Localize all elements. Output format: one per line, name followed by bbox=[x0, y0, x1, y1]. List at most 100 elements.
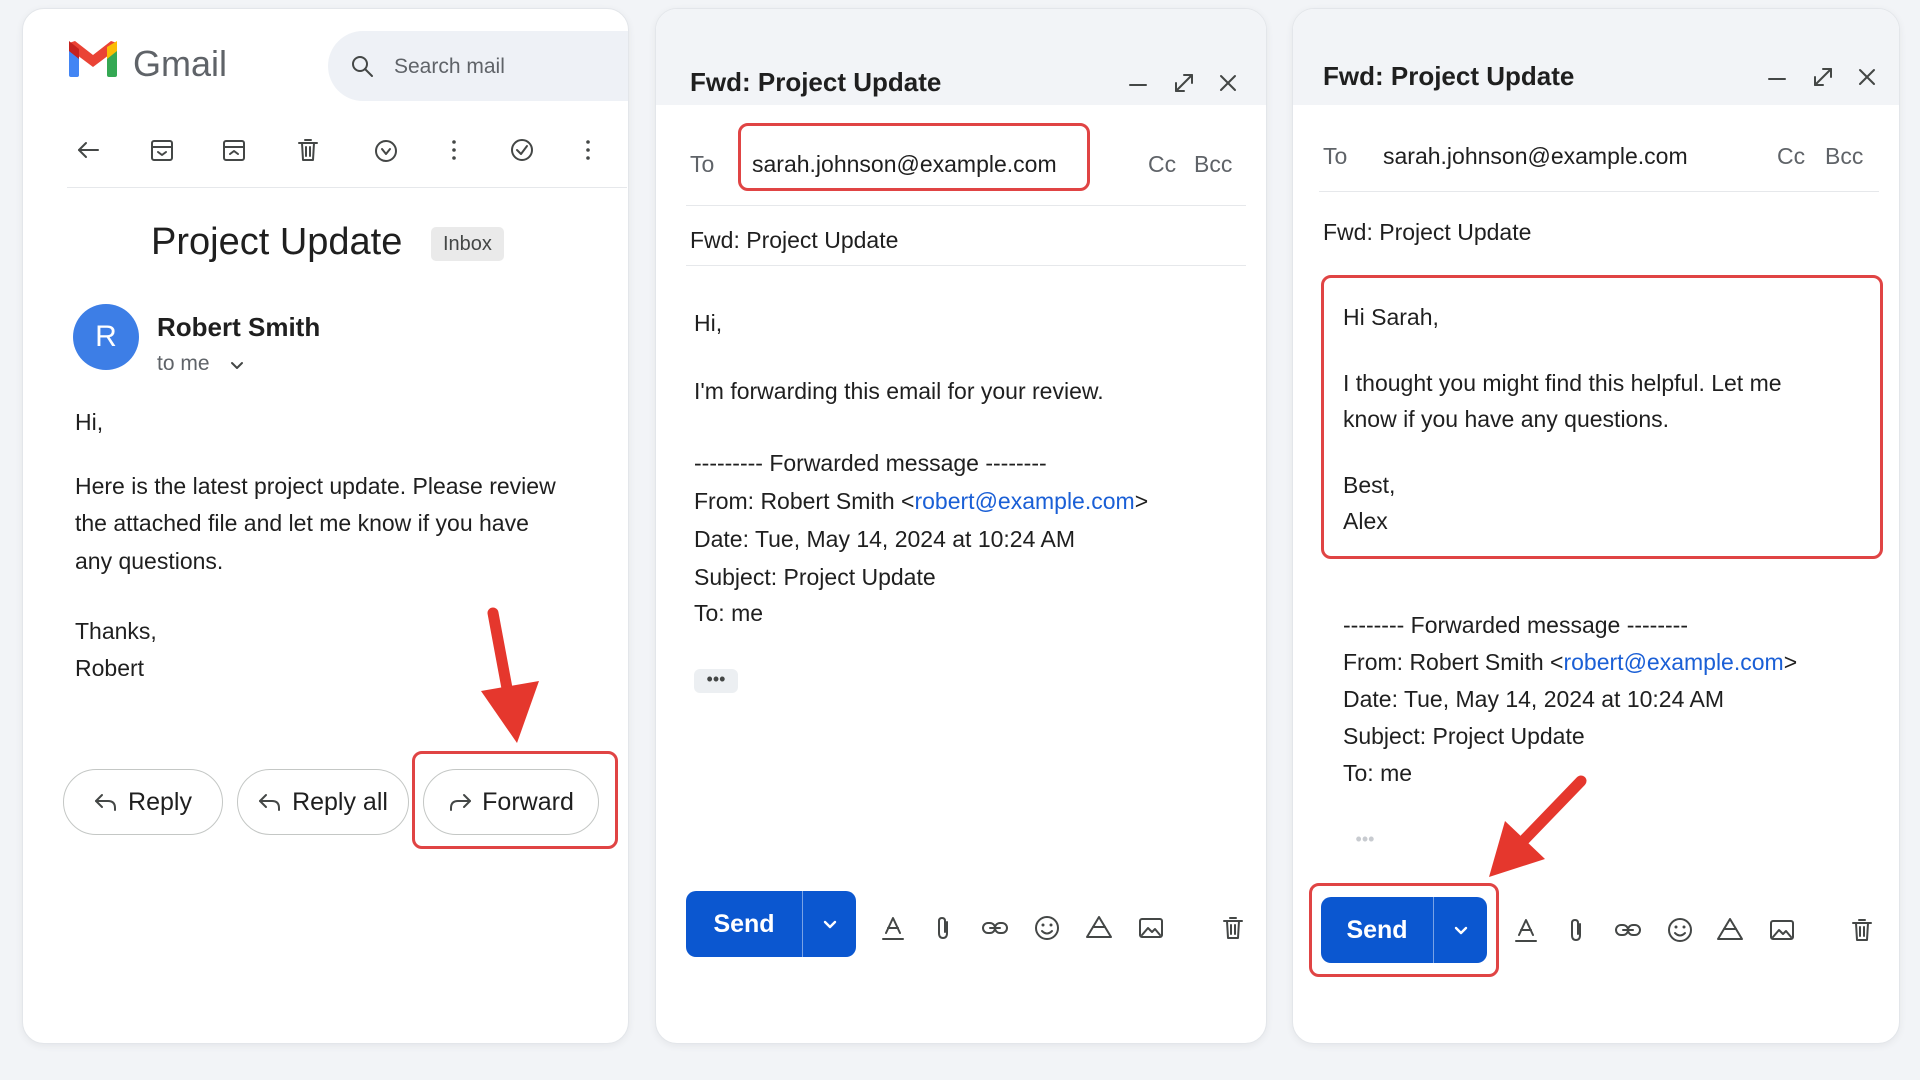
drive-icon[interactable] bbox=[1715, 915, 1745, 945]
forwarded-subject: Subject: Project Update bbox=[694, 564, 936, 590]
email-view-panel: Gmail Search mail Project Update Inbox R… bbox=[22, 8, 629, 1044]
formatting-icon[interactable] bbox=[1511, 915, 1541, 945]
send-button[interactable]: Send bbox=[686, 891, 802, 957]
email-paragraph-line: Here is the latest project update. Pleas… bbox=[75, 473, 556, 499]
drive-icon[interactable] bbox=[1084, 913, 1114, 943]
minimize-icon[interactable] bbox=[1763, 63, 1791, 91]
annotation-arrow-icon bbox=[1483, 773, 1593, 883]
email-greeting: Hi, bbox=[75, 409, 104, 435]
expand-icon[interactable] bbox=[1170, 69, 1198, 97]
link-icon[interactable] bbox=[1613, 915, 1643, 945]
divider bbox=[686, 265, 1246, 266]
minimize-icon[interactable] bbox=[1124, 69, 1152, 97]
attach-icon[interactable] bbox=[1561, 915, 1591, 945]
send-button-group[interactable]: Send bbox=[686, 891, 856, 957]
reply-all-button[interactable]: Reply all bbox=[237, 769, 409, 835]
sender-name[interactable]: Robert Smith bbox=[157, 312, 320, 343]
reply-button[interactable]: Reply bbox=[63, 769, 223, 835]
email-paragraph-line: the attached file and let me know if you… bbox=[75, 510, 529, 536]
insert-photo-icon[interactable] bbox=[1767, 915, 1797, 945]
divider bbox=[1319, 191, 1879, 192]
link-icon[interactable] bbox=[980, 913, 1010, 943]
to-label: To bbox=[1323, 143, 1348, 169]
compose-title: Fwd: Project Update bbox=[1323, 61, 1575, 91]
formatting-icon[interactable] bbox=[878, 913, 908, 943]
forwarded-from: From: Robert Smith <robert@example.com> bbox=[694, 483, 1148, 520]
forwarded-subject: Subject: Project Update bbox=[1343, 723, 1585, 749]
delete-icon[interactable] bbox=[293, 135, 323, 165]
emoji-icon[interactable] bbox=[1032, 913, 1062, 943]
close-icon[interactable] bbox=[1214, 69, 1242, 97]
from-prefix: From: Robert Smith < bbox=[694, 488, 915, 514]
search-bar[interactable]: Search mail bbox=[328, 31, 628, 101]
email-subject: Project Update bbox=[151, 221, 403, 263]
show-trimmed-content-button[interactable]: ••• bbox=[694, 669, 738, 693]
forwarded-to: To: me bbox=[1343, 760, 1413, 786]
forwarded-date: Date: Tue, May 14, 2024 at 10:24 AM bbox=[1343, 686, 1725, 712]
from-prefix: From: Robert Smith < bbox=[1343, 649, 1564, 675]
cc-link[interactable]: Cc bbox=[1148, 151, 1176, 178]
from-email-link[interactable]: robert@example.com bbox=[914, 488, 1134, 514]
forwarded-header: --------- Forwarded message -------- bbox=[694, 450, 1047, 476]
to-label: To bbox=[690, 151, 715, 177]
body-message-line[interactable]: know if you have any questions. bbox=[1343, 401, 1669, 438]
email-paragraph-line: any questions. bbox=[75, 548, 224, 574]
forwarded-from: From: Robert Smith <robert@example.com> bbox=[1343, 644, 1797, 681]
to-input[interactable]: sarah.johnson@example.com bbox=[1383, 143, 1688, 170]
add-task-icon[interactable] bbox=[507, 135, 537, 165]
recipient-line: to me bbox=[157, 352, 210, 375]
back-arrow-icon[interactable] bbox=[73, 135, 103, 165]
discard-draft-icon[interactable] bbox=[1847, 915, 1877, 945]
body-signoff[interactable]: Best, bbox=[1343, 467, 1395, 504]
more-vert-icon[interactable] bbox=[573, 135, 603, 165]
discard-draft-icon[interactable] bbox=[1218, 913, 1248, 943]
avatar[interactable]: R bbox=[73, 304, 139, 370]
search-input[interactable]: Search mail bbox=[394, 55, 505, 79]
bcc-link[interactable]: Bcc bbox=[1194, 151, 1232, 178]
compose-forward-panel: Fwd: Project Update To sarah.johnson@exa… bbox=[655, 8, 1267, 1044]
reply-all-label: Reply all bbox=[292, 787, 388, 816]
reply-icon bbox=[94, 791, 118, 813]
bcc-link[interactable]: Bcc bbox=[1825, 143, 1863, 170]
reply-label: Reply bbox=[128, 787, 192, 816]
reply-all-icon bbox=[258, 791, 282, 813]
move-to-icon[interactable] bbox=[219, 135, 249, 165]
divider bbox=[686, 205, 1246, 206]
annotation-arrow-icon bbox=[463, 607, 553, 747]
body-message-line[interactable]: I thought you might find this helpful. L… bbox=[1343, 365, 1782, 402]
highlight-box bbox=[1309, 883, 1499, 977]
attach-icon[interactable] bbox=[928, 913, 958, 943]
emoji-icon[interactable] bbox=[1665, 915, 1695, 945]
insert-photo-icon[interactable] bbox=[1136, 913, 1166, 943]
more-vert-icon[interactable] bbox=[439, 135, 469, 165]
show-trimmed-content-button[interactable]: ••• bbox=[1343, 829, 1387, 853]
forwarded-to: To: me bbox=[694, 600, 764, 626]
search-icon[interactable] bbox=[350, 54, 374, 78]
compose-title: Fwd: Project Update bbox=[690, 67, 942, 97]
snooze-icon[interactable] bbox=[371, 135, 401, 165]
inbox-label-badge[interactable]: Inbox bbox=[431, 227, 504, 261]
body-signature[interactable]: Alex bbox=[1343, 503, 1388, 540]
from-suffix: > bbox=[1134, 488, 1149, 514]
subject-input[interactable]: Fwd: Project Update bbox=[1323, 219, 1531, 246]
archive-icon[interactable] bbox=[147, 135, 177, 165]
send-options-chevron-icon[interactable] bbox=[803, 891, 856, 957]
app-name: Gmail bbox=[133, 43, 228, 84]
from-email-link[interactable]: robert@example.com bbox=[1563, 649, 1783, 675]
expand-icon[interactable] bbox=[1809, 63, 1837, 91]
body-greeting[interactable]: Hi Sarah, bbox=[1343, 299, 1439, 336]
body-message[interactable]: I'm forwarding this email for your revie… bbox=[694, 373, 1104, 410]
chevron-down-icon[interactable] bbox=[229, 357, 245, 373]
cc-link[interactable]: Cc bbox=[1777, 143, 1805, 170]
highlight-box bbox=[412, 751, 618, 849]
forwarded-header: -------- Forwarded message -------- bbox=[1343, 612, 1688, 638]
divider bbox=[67, 187, 627, 188]
subject-input[interactable]: Fwd: Project Update bbox=[690, 227, 898, 254]
compose-send-panel: Fwd: Project Update To sarah.johnson@exa… bbox=[1292, 8, 1900, 1044]
gmail-logo-icon[interactable] bbox=[67, 39, 119, 79]
from-suffix: > bbox=[1783, 649, 1798, 675]
forwarded-date: Date: Tue, May 14, 2024 at 10:24 AM bbox=[694, 526, 1076, 552]
close-icon[interactable] bbox=[1853, 63, 1881, 91]
highlight-box bbox=[738, 123, 1090, 191]
body-greeting[interactable]: Hi, bbox=[694, 305, 722, 342]
